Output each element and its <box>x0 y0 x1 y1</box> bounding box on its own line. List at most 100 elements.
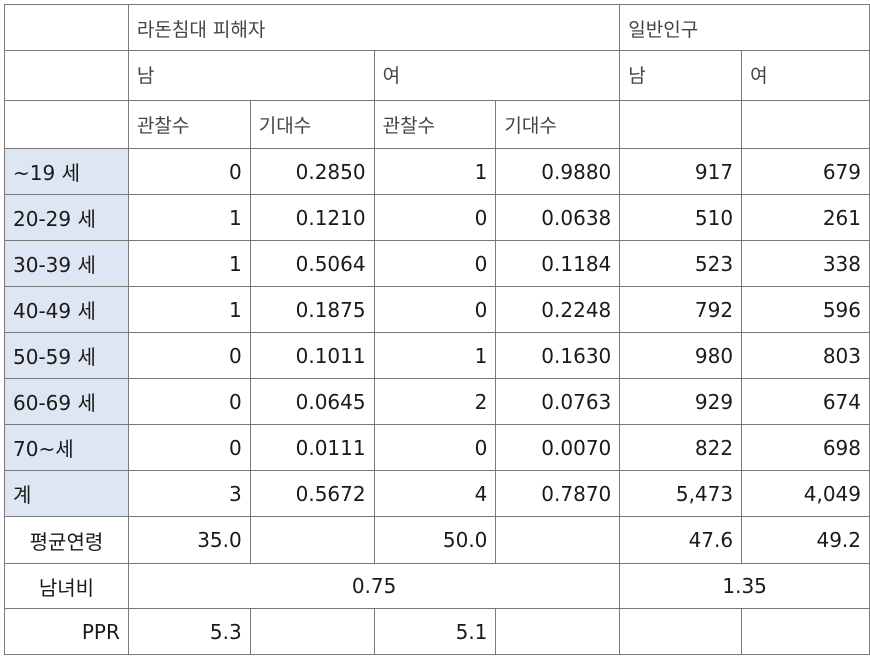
corner-cell <box>4 4 129 51</box>
row-label: 60-69 세 <box>4 378 129 425</box>
female-expected: 0.1630 <box>495 332 621 379</box>
male-expected: 0.0645 <box>249 378 375 425</box>
header-general-population: 일반인구 <box>619 4 870 51</box>
male-expected: 0.5064 <box>249 240 375 287</box>
empty-cell <box>249 608 375 655</box>
general-female: 261 <box>741 194 870 241</box>
male-observed: 0 <box>127 148 251 195</box>
header-victims-female: 여 <box>373 50 621 101</box>
empty-cell <box>249 516 375 564</box>
general-female: 679 <box>741 148 870 195</box>
sex-ratio-general: 1.35 <box>619 563 870 609</box>
male-expected: 0.0111 <box>249 424 375 471</box>
mean-age-male: 35.0 <box>127 516 251 564</box>
header-radon-victims: 라돈침대 피해자 <box>127 4 621 51</box>
table-row: 70~세 0 0.0111 0 0.0070 822 698 <box>4 424 870 471</box>
data-table: 라돈침대 피해자 일반인구 남 여 남 여 관찰수 기대수 관찰수 기대수 ~1… <box>4 4 870 655</box>
empty-cell <box>741 100 870 149</box>
sex-ratio-victims: 0.75 <box>127 563 621 609</box>
general-male: 917 <box>619 148 743 195</box>
female-expected: 0.2248 <box>495 286 621 333</box>
row-label: 20-29 세 <box>4 194 129 241</box>
header-general-male: 남 <box>619 50 743 101</box>
male-observed: 1 <box>127 240 251 287</box>
header-female-observed: 관찰수 <box>373 100 497 149</box>
ppr-row: PPR 5.3 5.1 <box>4 608 870 655</box>
general-female: 596 <box>741 286 870 333</box>
row-label: 계 <box>4 470 129 517</box>
header-male-observed: 관찰수 <box>127 100 251 149</box>
female-observed: 0 <box>373 194 497 241</box>
row-label: 70~세 <box>4 424 129 471</box>
female-expected: 0.9880 <box>495 148 621 195</box>
mean-age-female: 50.0 <box>373 516 497 564</box>
ppr-female: 5.1 <box>373 608 497 655</box>
general-male: 792 <box>619 286 743 333</box>
row-label: 50-59 세 <box>4 332 129 379</box>
male-expected: 0.2850 <box>249 148 375 195</box>
general-female: 698 <box>741 424 870 471</box>
table-row: 30-39 세 1 0.5064 0 0.1184 523 338 <box>4 240 870 287</box>
table-row: 60-69 세 0 0.0645 2 0.0763 929 674 <box>4 378 870 425</box>
header-row-2: 남 여 남 여 <box>4 50 870 101</box>
male-expected: 0.1875 <box>249 286 375 333</box>
sex-ratio-row: 남녀비 0.75 1.35 <box>4 563 870 609</box>
female-observed: 2 <box>373 378 497 425</box>
female-expected: 0.7870 <box>495 470 621 517</box>
female-expected: 0.1184 <box>495 240 621 287</box>
female-expected: 0.0070 <box>495 424 621 471</box>
general-male: 822 <box>619 424 743 471</box>
header-male-expected: 기대수 <box>249 100 375 149</box>
empty-cell <box>495 516 621 564</box>
male-observed: 3 <box>127 470 251 517</box>
female-expected: 0.0763 <box>495 378 621 425</box>
corner-cell <box>4 50 129 101</box>
general-male: 929 <box>619 378 743 425</box>
male-expected: 0.1011 <box>249 332 375 379</box>
table-row: 50-59 세 0 0.1011 1 0.1630 980 803 <box>4 332 870 379</box>
general-male: 5,473 <box>619 470 743 517</box>
male-expected: 0.1210 <box>249 194 375 241</box>
general-female: 338 <box>741 240 870 287</box>
general-male: 523 <box>619 240 743 287</box>
row-label: ~19 세 <box>4 148 129 195</box>
general-male: 980 <box>619 332 743 379</box>
row-label: 남녀비 <box>4 563 129 609</box>
mean-age-general-male: 47.6 <box>619 516 743 564</box>
total-row: 계 3 0.5672 4 0.7870 5,473 4,049 <box>4 470 870 517</box>
female-expected: 0.0638 <box>495 194 621 241</box>
row-label: PPR <box>4 608 129 655</box>
header-row-3: 관찰수 기대수 관찰수 기대수 <box>4 100 870 149</box>
empty-cell <box>741 608 870 655</box>
general-female: 803 <box>741 332 870 379</box>
header-female-expected: 기대수 <box>495 100 621 149</box>
female-observed: 1 <box>373 332 497 379</box>
male-observed: 0 <box>127 378 251 425</box>
table-row: ~19 세 0 0.2850 1 0.9880 917 679 <box>4 148 870 195</box>
empty-cell <box>619 608 743 655</box>
row-label: 40-49 세 <box>4 286 129 333</box>
female-observed: 0 <box>373 240 497 287</box>
mean-age-row: 평균연령 35.0 50.0 47.6 49.2 <box>4 516 870 564</box>
header-victims-male: 남 <box>127 50 375 101</box>
female-observed: 4 <box>373 470 497 517</box>
empty-cell <box>619 100 743 149</box>
female-observed: 0 <box>373 424 497 471</box>
header-row-1: 라돈침대 피해자 일반인구 <box>4 4 870 51</box>
male-observed: 0 <box>127 424 251 471</box>
general-male: 510 <box>619 194 743 241</box>
general-female: 4,049 <box>741 470 870 517</box>
male-observed: 1 <box>127 286 251 333</box>
mean-age-general-female: 49.2 <box>741 516 870 564</box>
ppr-male: 5.3 <box>127 608 251 655</box>
header-general-female: 여 <box>741 50 870 101</box>
male-observed: 1 <box>127 194 251 241</box>
empty-cell <box>495 608 621 655</box>
general-female: 674 <box>741 378 870 425</box>
table-row: 40-49 세 1 0.1875 0 0.2248 792 596 <box>4 286 870 333</box>
female-observed: 1 <box>373 148 497 195</box>
row-label: 30-39 세 <box>4 240 129 287</box>
male-expected: 0.5672 <box>249 470 375 517</box>
row-label: 평균연령 <box>4 516 129 564</box>
female-observed: 0 <box>373 286 497 333</box>
